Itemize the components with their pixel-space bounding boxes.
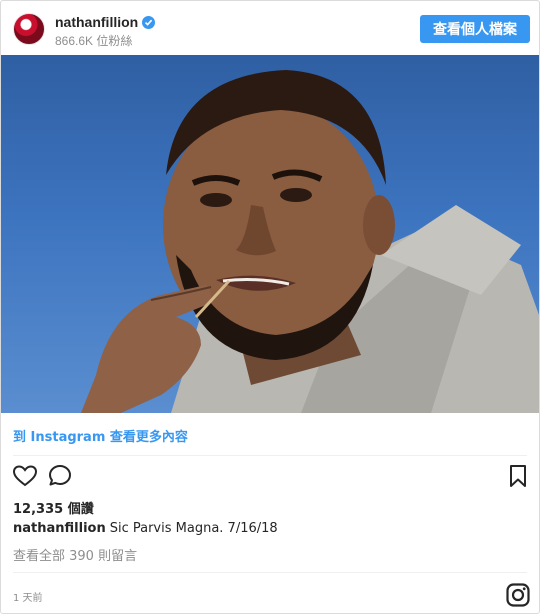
post-photo[interactable] [1, 55, 539, 413]
divider [13, 572, 527, 573]
caption-text: Sic Parvis Magna. 7/16/18 [109, 521, 278, 536]
heart-icon[interactable] [12, 463, 38, 489]
verified-badge-icon [142, 15, 156, 29]
caption-username[interactable]: nathanfillion [13, 521, 106, 536]
divider [13, 455, 527, 456]
post-header: nathanfillion 866.6K 位粉絲 查看個人檔案 [1, 1, 539, 55]
instagram-embed-card: nathanfillion 866.6K 位粉絲 查看個人檔案 到 Instag… [0, 0, 540, 614]
caption: nathanfillion Sic Parvis Magna. 7/16/18 [13, 521, 278, 536]
view-all-comments-link[interactable]: 查看全部 390 則留言 [13, 545, 137, 564]
follower-count: 866.6K 位粉絲 [55, 34, 133, 48]
username-row: nathanfillion [55, 13, 156, 31]
view-profile-button[interactable]: 查看個人檔案 [420, 15, 530, 43]
comment-icon[interactable] [47, 463, 73, 489]
avatar[interactable] [13, 13, 45, 45]
bookmark-icon[interactable] [505, 463, 531, 489]
view-more-on-instagram-link[interactable]: 到 Instagram 查看更多內容 [13, 426, 188, 445]
instagram-logo-icon[interactable] [505, 582, 531, 608]
username-link[interactable]: nathanfillion [55, 14, 138, 30]
post-timestamp[interactable]: 1 天前 [13, 589, 43, 604]
like-count[interactable]: 12,335 個讚 [13, 498, 94, 517]
